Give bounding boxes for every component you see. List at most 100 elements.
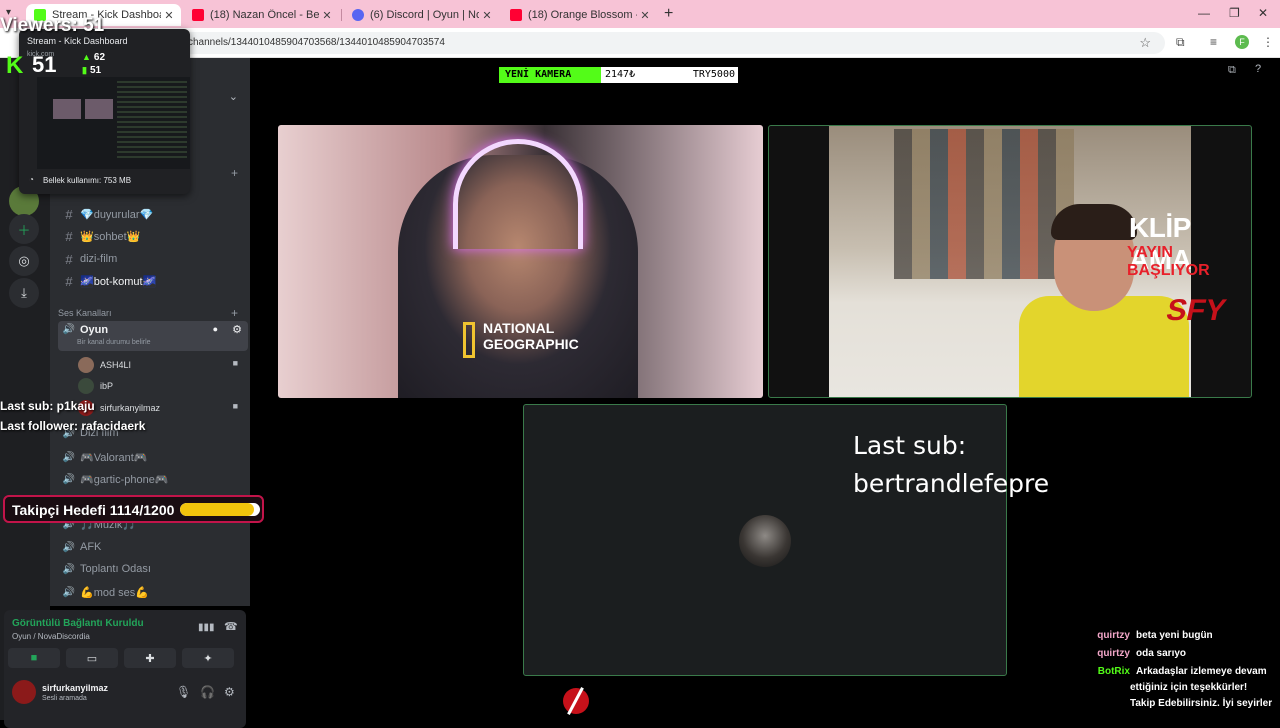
chat-username: quirtzy: [1097, 648, 1130, 659]
video-tile-participant-1[interactable]: NATIONAL GEOGRAPHIC: [278, 125, 763, 398]
address-bar[interactable]: channels/1344010485904703568/13440104859…: [100, 32, 1165, 54]
extensions-icon[interactable]: ⧉: [1176, 35, 1185, 50]
preview-thumbnail: [37, 77, 190, 169]
new-tab-button[interactable]: +: [664, 5, 673, 23]
voice-bars-icon[interactable]: ▮▮▮: [198, 622, 215, 633]
channel-dizi-film[interactable]: # dizi-film: [58, 249, 248, 269]
member-name: ASH4LI: [100, 360, 132, 370]
speaker-icon: 🔊: [62, 451, 76, 463]
avatar: [78, 378, 94, 394]
user-status: Sesli aramada: [42, 695, 87, 702]
voice-member[interactable]: ASH4LI: [78, 357, 131, 373]
kick-logo-icon: K: [6, 52, 24, 79]
server-menu-chevron-icon[interactable]: ⌄: [229, 90, 238, 103]
viewers-count: Viewers: 51: [0, 15, 105, 36]
channel-status[interactable]: Bir kanal durumu belirle: [77, 339, 151, 346]
channel-label: 🌌bot-komut🌌: [80, 275, 157, 288]
chat-text: beta yeni bugün: [1136, 630, 1213, 641]
tab-label: (6) Discord | Oyun | NovaDi: [370, 9, 479, 21]
tab-youtube-nazan[interactable]: (18) Nazan Öncel - Beni Hatırla ✕: [184, 4, 339, 26]
user-area: sirfurkanyilmaz Sesli aramada 🎙 🎧 ⚙: [4, 676, 246, 716]
media-controls-icon[interactable]: ≡: [1210, 35, 1217, 49]
popout-icon[interactable]: ⧉: [1228, 64, 1236, 77]
restore-icon[interactable]: ❐: [1229, 6, 1240, 20]
channel-sohbet[interactable]: # 👑sohbet👑: [58, 226, 248, 246]
settings-gear-icon[interactable]: ⚙: [232, 323, 242, 336]
camera-icon: ■: [232, 401, 238, 411]
voice-channel[interactable]: 🔊 💪mod ses💪: [58, 582, 248, 602]
last-sub-text: Last sub: p1kaju: [0, 399, 95, 413]
minimize-icon[interactable]: —: [1198, 6, 1210, 20]
browser-tab-bar: ▾ Stream - Kick Dashboard ✕ (18) Nazan Ö…: [0, 0, 1280, 28]
download-icon[interactable]: ⤓: [9, 278, 39, 308]
speaker-icon: 🔊: [62, 541, 76, 553]
settings-gear-icon[interactable]: ⚙: [224, 685, 235, 699]
memory-icon: ◔: [29, 175, 34, 184]
add-server-icon[interactable]: ＋: [9, 214, 39, 244]
thumbnail-video: [85, 99, 113, 119]
close-icon[interactable]: ✕: [479, 9, 495, 22]
chat-username: BotRix: [1097, 666, 1130, 677]
profile-avatar[interactable]: F: [1235, 35, 1249, 49]
channel-label: 💎duyurular💎: [80, 208, 154, 221]
bookmark-star-icon[interactable]: ☆: [1139, 35, 1151, 51]
discord-favicon-icon: [352, 9, 364, 21]
donation-goal-bar: YENİ KAMERA 2147₺ TRY5000: [499, 67, 738, 83]
brand-logo-icon: [563, 688, 589, 714]
add-voice-channel-icon[interactable]: +: [231, 306, 238, 320]
screen-share-button[interactable]: ▭: [66, 648, 118, 668]
avatar[interactable]: [12, 680, 36, 704]
video-tile-participant-2[interactable]: KLİP AMA YAYIN BAŞLIYOR SFY: [768, 125, 1252, 398]
close-icon[interactable]: ✕: [319, 9, 335, 22]
headphones-icon[interactable]: 🎧: [200, 685, 215, 699]
kick-viewer-count: 51: [32, 52, 57, 77]
voice-channel[interactable]: 🔊 🎮gartic-phone🎮: [58, 469, 248, 489]
help-icon[interactable]: ?: [1255, 63, 1261, 75]
voice-category-label[interactable]: Ses Kanalları: [58, 308, 112, 318]
voice-channel[interactable]: 🔊 Toplantı Odası: [58, 559, 248, 579]
voice-connected-subtitle[interactable]: Oyun / NovaDiscordia: [12, 632, 90, 641]
thumbnail-video: [53, 99, 81, 119]
hash-icon: #: [65, 273, 73, 289]
user-name[interactable]: sirfurkanyilmaz: [42, 683, 108, 693]
disconnect-icon[interactable]: ☎: [224, 620, 238, 633]
voice-channel[interactable]: 🔊 🎮Valorant🎮: [58, 447, 248, 467]
peak-viewers-value: 62: [93, 52, 106, 63]
channel-label: 🎮gartic-phone🎮: [80, 473, 169, 486]
close-icon[interactable]: ✕: [161, 9, 177, 22]
channel-bot-komut[interactable]: # 🌌bot-komut🌌: [58, 271, 248, 291]
hash-icon: #: [65, 206, 73, 222]
channel-label: Oyun: [80, 324, 109, 336]
menu-icon[interactable]: ⋮: [1262, 35, 1274, 49]
voice-channel[interactable]: 🔊 AFK: [58, 537, 248, 557]
voice-connected-title[interactable]: Görüntülü Bağlantı Kuruldu: [12, 618, 144, 629]
avatar: [739, 515, 791, 567]
last-sub-panel: Last sub: bertrandlefepre: [853, 427, 1049, 503]
activity-button[interactable]: ✚: [124, 648, 176, 668]
add-channel-icon[interactable]: +: [231, 166, 238, 180]
voice-member[interactable]: ibP: [78, 378, 113, 394]
camera-button[interactable]: ■: [8, 648, 60, 668]
voice-channel-oyun[interactable]: 🔊 Oyun Bir kanal durumu belirle ● ⚙: [58, 321, 248, 351]
arrow-up-icon: ▲: [82, 52, 91, 62]
follower-goal-widget: Takipçi Hedefi 1114/1200: [3, 495, 264, 523]
tab-label: (18) Orange Blossom - Ya Sidi: [528, 9, 637, 21]
channel-duyurular[interactable]: # 💎duyurular💎: [58, 204, 248, 224]
soundboard-button[interactable]: ✦: [182, 648, 234, 668]
explore-icon[interactable]: ◎: [9, 246, 39, 276]
chat-bubble-icon[interactable]: ●: [213, 324, 218, 334]
tab-discord[interactable]: (6) Discord | Oyun | NovaDi ✕: [344, 4, 499, 26]
tab-label: (18) Nazan Öncel - Beni Hatırla: [210, 9, 319, 21]
donation-goal-target: TRY5000: [692, 69, 735, 80]
thumbnail-chat: [117, 81, 187, 161]
chat-message: quirtzy beta yeni bugün: [1070, 630, 1213, 641]
camera-icon: ■: [232, 358, 238, 368]
chat-username: quirtzy: [1097, 630, 1130, 641]
tab-youtube-orange-blossom[interactable]: (18) Orange Blossom - Ya Sidi ✕: [502, 4, 657, 26]
close-window-icon[interactable]: ✕: [1258, 6, 1268, 20]
speaker-icon: 🔊: [62, 473, 76, 485]
microphone-icon[interactable]: 🎙: [176, 685, 191, 699]
voice-connection-panel: Görüntülü Bağlantı Kuruldu Oyun / NovaDi…: [4, 610, 246, 728]
close-icon[interactable]: ✕: [637, 9, 653, 22]
discord-app: ＋ ◎ ⤓ ⌄ + # 💎duyurular💎 # 👑sohbet👑 # diz…: [0, 58, 1280, 728]
